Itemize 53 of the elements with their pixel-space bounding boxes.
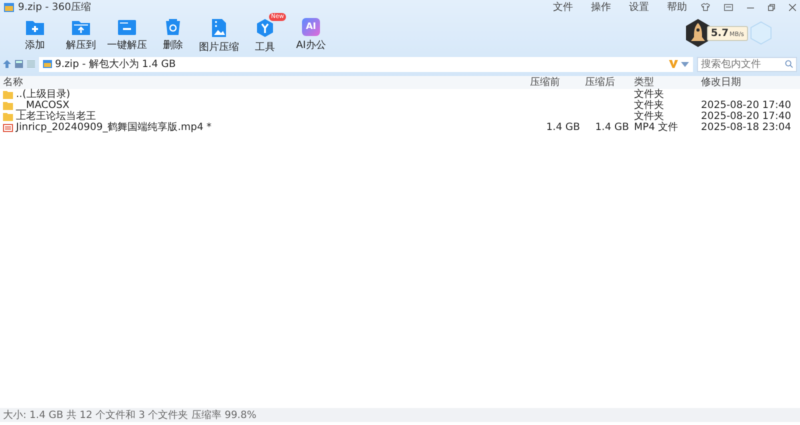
trash-icon <box>164 18 182 36</box>
column-header[interactable]: 名称 <box>3 77 525 88</box>
column-header[interactable]: 修改日期 <box>701 77 797 88</box>
toolbar-button[interactable]: AI AI办公 <box>288 18 334 52</box>
column-header[interactable]: 压缩后 <box>585 77 629 88</box>
address-field[interactable]: 9.zip - 解包大小为 1.4 GB <box>39 56 693 72</box>
image-file-icon <box>211 18 227 38</box>
ai-icon: AI <box>302 18 320 36</box>
archive-icon <box>43 60 52 68</box>
table-cell: 1.4 GB <box>595 122 629 133</box>
file-name[interactable]: __MACOSX <box>16 100 70 111</box>
window-title: 9.zip - 360压缩 <box>18 0 91 14</box>
menu-item[interactable]: 文件 <box>553 0 573 14</box>
rocket-icon <box>684 18 711 48</box>
status-bar: 大小: 1.4 GB 共 12 个文件和 3 个文件夹 压缩率 99.8% <box>0 408 800 422</box>
file-name[interactable]: ..(上级目录) <box>16 89 70 100</box>
v-logo-icon <box>669 60 678 68</box>
list-view-icon[interactable] <box>15 60 23 68</box>
table-cell: 文件夹 <box>634 100 664 111</box>
close-icon[interactable] <box>789 4 796 10</box>
folder-plus-icon <box>25 18 45 36</box>
table-cell: 1.4 GB <box>546 122 580 133</box>
column-header[interactable]: 压缩前 <box>530 77 580 88</box>
up-arrow-icon[interactable] <box>3 60 11 68</box>
folder-arrow-icon <box>71 18 91 36</box>
file-name[interactable]: Jinricp_20240909_鹤舞国端纯享版.mp4 * <box>16 122 212 133</box>
search-icon[interactable] <box>785 60 793 68</box>
column-header[interactable]: 类型 <box>634 77 696 88</box>
restore-icon[interactable] <box>768 4 775 10</box>
menu-item[interactable]: 操作 <box>591 0 611 14</box>
table-cell: 文件夹 <box>634 89 664 100</box>
toolbar-button[interactable]: 添加 <box>12 18 58 52</box>
table-cell: 2025-08-18 23:04 <box>701 122 792 133</box>
caret-icon[interactable] <box>681 62 689 66</box>
toolbar-button[interactable]: 删除 <box>150 18 196 52</box>
details-view-icon[interactable] <box>27 60 35 68</box>
message-icon[interactable] <box>724 4 733 10</box>
hexagon-y-icon <box>255 18 275 38</box>
file-name[interactable]: 上老王论坛当老王 <box>16 111 96 122</box>
menu-item[interactable]: 帮助 <box>667 0 687 14</box>
toolbar-button[interactable]: 图片压缩 <box>196 18 242 54</box>
table-cell: 2025-08-20 17:40 <box>701 111 792 122</box>
table-cell: MP4 文件 <box>634 122 678 133</box>
tray-minus-icon <box>117 18 137 36</box>
toolbar-button[interactable]: 解压到 <box>58 18 104 52</box>
shirt-icon[interactable] <box>701 3 710 11</box>
toolbar-button[interactable]: 一键解压 <box>104 18 150 52</box>
table-cell: 文件夹 <box>634 111 664 122</box>
archive-icon <box>4 2 14 12</box>
menu-item[interactable]: 设置 <box>629 0 649 14</box>
table-cell: 2025-08-20 17:40 <box>701 100 792 111</box>
hexagon-icon <box>750 21 772 45</box>
video-file-icon <box>3 124 13 132</box>
